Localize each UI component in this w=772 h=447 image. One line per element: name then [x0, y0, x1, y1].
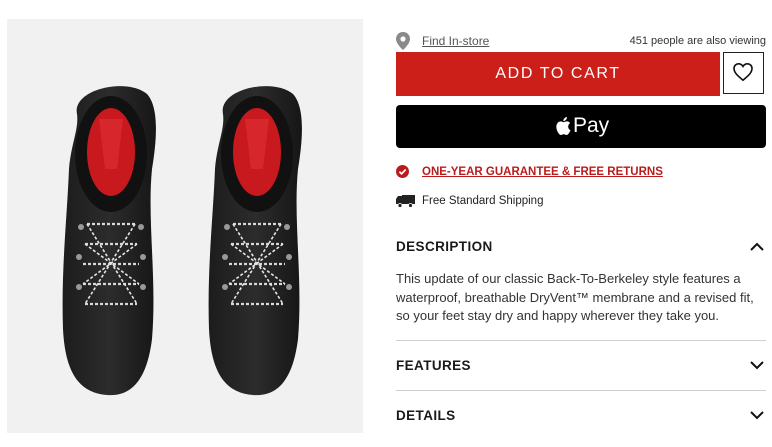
features-section-header[interactable]: FEATURES — [396, 355, 766, 379]
check-circle-icon — [396, 165, 409, 178]
truck-icon — [396, 195, 415, 208]
apple-pay-label: Pay — [573, 114, 610, 137]
chevron-down-icon — [750, 361, 764, 370]
heart-icon — [733, 63, 753, 81]
chevron-up-icon — [750, 242, 764, 251]
free-shipping-label: Free Standard Shipping — [422, 195, 544, 207]
add-to-cart-button[interactable]: ADD TO CART — [396, 52, 720, 96]
guarantee-link[interactable]: ONE-YEAR GUARANTEE & FREE RETURNS — [422, 166, 663, 178]
find-in-store-link[interactable]: Find In-store — [422, 34, 489, 48]
details-title: DETAILS — [396, 408, 456, 423]
chevron-down-icon — [750, 411, 764, 420]
divider — [396, 390, 766, 391]
right-boot — [208, 86, 302, 396]
description-title: DESCRIPTION — [396, 239, 493, 254]
wishlist-button[interactable] — [723, 52, 764, 94]
product-image[interactable] — [7, 19, 363, 433]
apple-pay-button[interactable]: Pay — [396, 105, 766, 148]
shipping-row: Free Standard Shipping — [396, 193, 766, 211]
guarantee-row: ONE-YEAR GUARANTEE & FREE RETURNS — [396, 164, 766, 182]
location-pin-icon — [396, 32, 410, 50]
viewing-count: 451 people are also viewing — [629, 35, 766, 47]
features-title: FEATURES — [396, 358, 471, 373]
boots-illustration — [62, 86, 302, 396]
description-section-header[interactable]: DESCRIPTION — [396, 236, 766, 260]
left-boot — [62, 86, 156, 396]
details-section-header[interactable]: DETAILS — [396, 405, 766, 429]
description-body: This update of our classic Back-To-Berke… — [396, 271, 754, 323]
store-row: Find In-store 451 people are also viewin… — [396, 31, 766, 51]
divider — [396, 340, 766, 341]
apple-logo-icon — [556, 117, 571, 135]
product-panel: Find In-store 451 people are also viewin… — [396, 0, 766, 447]
